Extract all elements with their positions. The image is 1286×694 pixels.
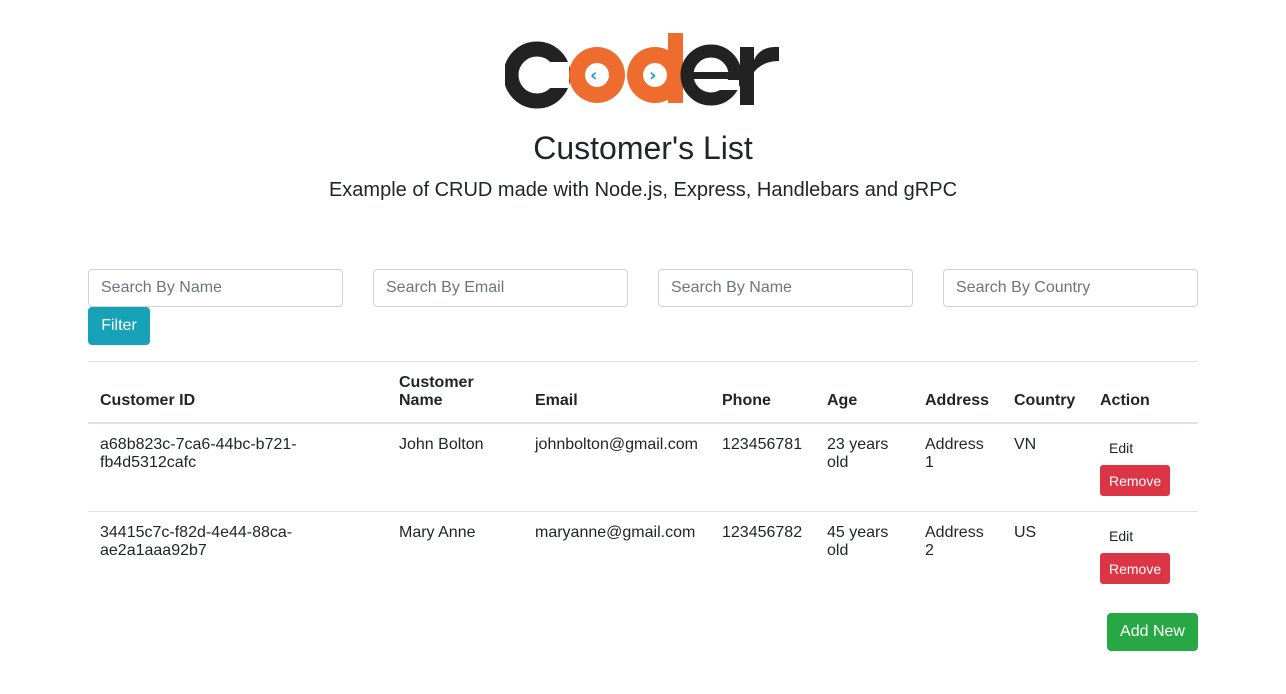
cell-customer-name: Mary Anne	[387, 511, 523, 599]
edit-button[interactable]: Edit	[1100, 524, 1142, 548]
cell-customer-name: John Bolton	[387, 422, 523, 512]
cell-actions: Edit Remove	[1088, 422, 1198, 512]
cell-address: Address 2	[913, 511, 1002, 599]
page-subtitle: Example of CRUD made with Node.js, Expre…	[328, 179, 958, 201]
cell-email: maryanne@gmail.com	[523, 511, 710, 599]
col-header-customer-id: Customer ID	[88, 361, 387, 424]
search-country-input[interactable]	[943, 269, 1198, 307]
page: LAND OF ‹ › Customer's List Example of C…	[0, 0, 1286, 694]
cell-phone: 123456781	[710, 422, 815, 512]
table-row: 34415c7c-f82d-4e44-88ca-ae2a1aaa92b7 Mar…	[88, 511, 1198, 599]
land-of-coder-logo: LAND OF ‹ ›	[505, 33, 779, 109]
cell-age: 23 years old	[815, 422, 913, 512]
cell-customer-id: 34415c7c-f82d-4e44-88ca-ae2a1aaa92b7	[88, 511, 387, 599]
col-header-country: Country	[1002, 361, 1088, 424]
col-header-address: Address	[913, 361, 1002, 424]
cell-actions: Edit Remove	[1088, 511, 1198, 599]
cell-country: VN	[1002, 422, 1088, 512]
cell-age: 45 years old	[815, 511, 913, 599]
search-name-input[interactable]	[88, 269, 343, 307]
cell-phone: 123456782	[710, 511, 815, 599]
cell-country: US	[1002, 511, 1088, 599]
chevron-left-icon: ‹	[590, 65, 597, 86]
col-header-action: Action	[1088, 361, 1198, 424]
cell-address: Address 1	[913, 422, 1002, 512]
page-title: Customer's List	[533, 130, 753, 166]
remove-button[interactable]: Remove	[1100, 465, 1171, 496]
remove-button[interactable]: Remove	[1100, 553, 1171, 584]
chevron-right-icon: ›	[649, 65, 656, 86]
filter-button[interactable]: Filter	[88, 307, 150, 345]
col-header-phone: Phone	[710, 361, 815, 424]
col-header-email: Email	[523, 361, 710, 424]
customers-table: Customer ID Customer Name Email Phone Ag…	[88, 361, 1198, 599]
customers-table-wrapper: Customer ID Customer Name Email Phone Ag…	[88, 361, 1198, 599]
cell-email: johnbolton@gmail.com	[523, 422, 710, 512]
cell-customer-id: a68b823c-7ca6-44bc-b721-fb4d5312cafc	[88, 422, 387, 512]
search-email-input[interactable]	[373, 269, 628, 307]
table-header-row: Customer ID Customer Name Email Phone Ag…	[88, 361, 1198, 424]
add-new-button[interactable]: Add New	[1107, 613, 1198, 651]
search-name-input-2[interactable]	[658, 269, 913, 307]
col-header-customer-name: Customer Name	[387, 361, 523, 424]
col-header-age: Age	[815, 361, 913, 424]
table-row: a68b823c-7ca6-44bc-b721-fb4d5312cafc Joh…	[88, 422, 1198, 512]
edit-button[interactable]: Edit	[1100, 436, 1142, 460]
logo-small-text: LAND OF	[519, 71, 567, 83]
